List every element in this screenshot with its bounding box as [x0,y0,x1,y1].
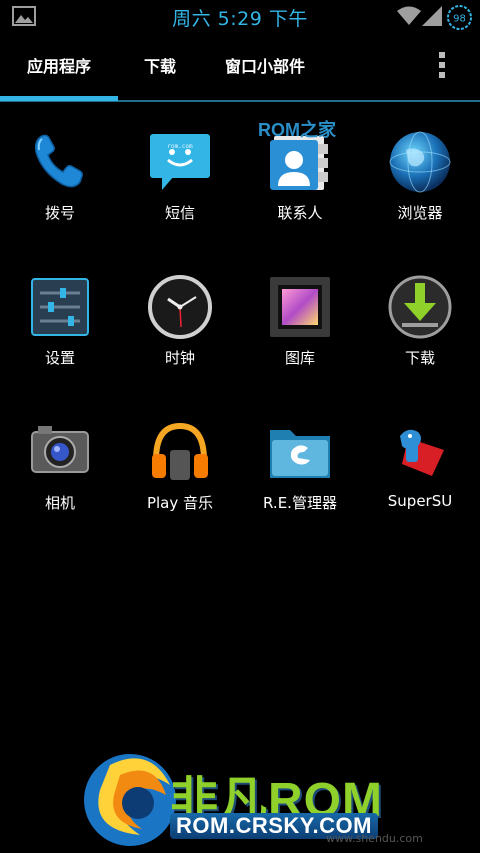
app-play-music[interactable]: Play 音乐 [120,420,240,550]
rom-home-watermark: ROM之家 [258,120,336,140]
app-label: 浏览器 [397,204,443,222]
tab-bar: 应用程序 下载 窗口小部件 [0,34,480,102]
battery-level: 98 [453,14,466,25]
app-label: 设置 [44,349,75,367]
app-browser[interactable]: 浏览器 [360,130,480,260]
app-label: 图库 [284,349,315,367]
app-supersu[interactable]: SuperSU [360,420,480,550]
settings-icon [31,278,89,336]
app-sms[interactable]: rom.com 短信 [120,130,240,260]
app-settings[interactable]: 设置 [0,275,120,405]
status-bar[interactable]: 周六 5:29 下午 98 [0,0,480,33]
app-label: 相机 [44,494,75,512]
app-camera[interactable]: 相机 [0,420,120,550]
tab-apps[interactable]: 应用程序 [0,34,118,100]
tab-selected-indicator [0,96,118,101]
app-clock[interactable]: 时钟 [120,275,240,405]
app-dialer[interactable]: 拨号 [0,130,120,260]
overflow-menu-icon[interactable] [430,52,454,84]
gallery-icon [270,277,330,337]
app-label: SuperSU [387,492,453,510]
phone-icon [34,134,83,188]
play-music-icon [152,422,208,480]
app-label: 联系人 [277,204,323,222]
app-label: 拨号 [44,204,75,222]
supersu-icon [400,429,444,476]
wifi-icon [397,6,421,25]
app-label: R.E.管理器 [263,494,337,512]
signal-icon [422,6,442,26]
app-gallery[interactable]: 图库 [240,275,360,405]
browser-icon [389,131,451,193]
app-contacts[interactable]: 联系人 [240,130,360,260]
footer-watermark: www.shendu.com [326,832,423,845]
re-explorer-icon [270,430,330,478]
clock-icon [148,275,212,339]
sms-overlay-watermark: rom.com [167,143,193,150]
app-label: 下载 [404,349,435,367]
app-label: Play 音乐 [146,494,214,512]
tab-downloads[interactable]: 下载 [120,34,200,100]
app-downloads[interactable]: 下载 [360,275,480,405]
camera-icon [31,426,89,473]
app-label: 短信 [164,204,195,222]
tab-widgets[interactable]: 窗口小部件 [210,34,320,100]
download-icon [388,275,452,339]
sms-icon: rom.com [150,134,210,190]
app-label: 时钟 [164,349,195,367]
battery-icon: 98 [447,5,472,30]
app-re-explorer[interactable]: R.E.管理器 [240,420,360,550]
